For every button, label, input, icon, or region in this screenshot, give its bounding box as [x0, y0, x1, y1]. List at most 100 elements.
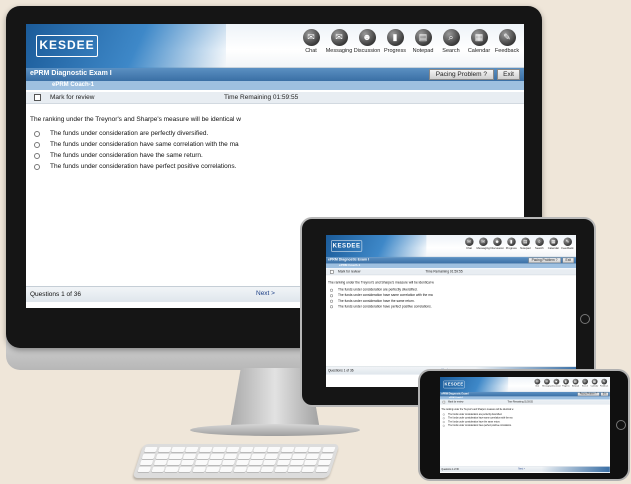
answer-option-label: The funds under consideration have perfe… — [50, 163, 237, 170]
toolbar-progress-button[interactable]: ▮ Progress — [382, 29, 408, 54]
time-remaining: Time Remaining 01:59:55 — [507, 400, 533, 404]
radio-button[interactable] — [330, 299, 334, 303]
messaging-icon: ✉ — [543, 378, 550, 385]
toolbar-progress-button[interactable]: ▮ Progress — [505, 237, 518, 250]
radio-button[interactable] — [442, 420, 445, 423]
keyboard-key — [235, 460, 250, 465]
toolbar: ✉ Chat ✉ Messaging ☻ Discussion ▮ Progress ▤ Note… — [296, 29, 520, 54]
phone-screen: KESDEE ✉ Chat ✉ Messaging ☻ Discussion ▮ Progre… — [440, 377, 610, 473]
toolbar-messaging-button[interactable]: ✉ Messaging — [326, 29, 352, 54]
pacing-problem-button[interactable]: Pacing Problem ? — [428, 69, 494, 80]
tablet-home-button — [580, 314, 590, 324]
radio-button[interactable] — [442, 424, 445, 427]
toolbar-label: Notepad — [412, 48, 434, 54]
answer-option[interactable]: The funds under consideration have same … — [330, 293, 433, 297]
toolbar-feedback-button[interactable]: ✎ Feedback — [494, 29, 520, 54]
toolbar-search-button[interactable]: ⌕ Search — [438, 29, 464, 54]
review-row: Mark for review Time Remaining 01:59:55 — [26, 92, 524, 104]
answer-option[interactable]: The funds under consideration are perfec… — [330, 288, 417, 292]
exit-button[interactable]: Exit — [562, 257, 574, 264]
answer-option[interactable]: The funds under consideration have the s… — [34, 152, 203, 159]
toolbar-chat-button[interactable]: ✉ Chat — [463, 237, 476, 250]
keyboard-key — [141, 453, 156, 459]
toolbar-feedback-button[interactable]: ✎ Feedback — [600, 378, 609, 387]
toolbar-messaging-button[interactable]: ✉ Messaging — [542, 378, 551, 387]
toolbar-label: Discussion — [551, 385, 561, 388]
discussion-icon: ☻ — [358, 29, 376, 46]
exit-button[interactable]: Exit — [497, 69, 520, 80]
answer-option[interactable]: The funds under consideration have the s… — [442, 420, 500, 423]
pacing-problem-button[interactable]: Pacing Problem ? — [528, 257, 561, 264]
toolbar-chat-button[interactable]: ✉ Chat — [298, 29, 324, 54]
radio-button[interactable] — [34, 152, 40, 159]
toolbar-label: Search — [581, 385, 588, 388]
toolbar-discussion-button[interactable]: ☻ Discussion — [551, 378, 561, 388]
section-label: ePRM Coach-1 — [448, 396, 464, 399]
mark-for-review-checkbox[interactable] — [34, 94, 41, 101]
keyboard-key — [223, 453, 238, 459]
radio-button[interactable] — [34, 141, 40, 148]
keyboard-key — [233, 466, 248, 472]
answer-option[interactable]: The funds under consideration are perfec… — [34, 130, 208, 137]
answer-option[interactable]: The funds under consideration have same … — [34, 141, 239, 148]
toolbar-label: Progress — [383, 48, 406, 54]
progress-icon: ▮ — [506, 237, 516, 247]
answer-option[interactable]: The funds under consideration have perfe… — [330, 305, 432, 309]
toolbar-messaging-button[interactable]: ✉ Messaging — [476, 237, 490, 250]
radio-button[interactable] — [330, 305, 334, 309]
radio-button[interactable] — [330, 293, 334, 297]
keyboard-key — [292, 453, 307, 459]
section-label: ePRM Coach-1 — [52, 82, 95, 88]
toolbar-calendar-button[interactable]: ▦ Calendar — [466, 29, 492, 54]
toolbar-notepad-button[interactable]: ▤ Notepad — [571, 378, 580, 388]
question-counter: Questions 1 of 36 — [328, 369, 354, 373]
radio-button[interactable] — [34, 163, 40, 170]
radio-button[interactable] — [442, 413, 445, 416]
keyboard-key — [288, 466, 302, 472]
mark-for-review-checkbox[interactable] — [442, 400, 446, 404]
mark-for-review-checkbox[interactable] — [330, 270, 334, 274]
toolbar-discussion-button[interactable]: ☻ Discussion — [490, 237, 504, 251]
logo-banner: KESDEE — [440, 377, 509, 393]
toolbar-notepad-button[interactable]: ▤ Notepad — [519, 237, 532, 250]
keyboard-key — [278, 453, 293, 459]
answer-option[interactable]: The funds under consideration have the s… — [330, 299, 415, 303]
keyboard-key — [225, 447, 240, 452]
keyboard-key — [184, 447, 199, 452]
progress-icon: ▮ — [386, 29, 404, 46]
toolbar-label: Notepad — [571, 385, 579, 388]
radio-button[interactable] — [442, 417, 445, 420]
kesdee-logo: KESDEE — [331, 240, 363, 252]
answer-option[interactable]: The funds under consideration have perfe… — [442, 424, 512, 427]
answer-option-label: The funds under consideration have perfe… — [448, 424, 512, 427]
keyboard-key — [198, 447, 213, 452]
toolbar-discussion-button[interactable]: ☻ Discussion — [354, 29, 380, 54]
footer-accent — [541, 466, 610, 473]
radio-button[interactable] — [330, 288, 334, 292]
keyboard-key — [153, 460, 168, 465]
notepad-icon: ▤ — [572, 378, 579, 385]
toolbar-search-button[interactable]: ⌕ Search — [580, 378, 589, 388]
toolbar-label: Discussion — [490, 247, 504, 251]
toolbar-chat-button[interactable]: ✉ Chat — [533, 378, 542, 387]
toolbar-label: Chat — [305, 48, 317, 54]
toolbar-calendar-button[interactable]: ▦ Calendar — [590, 378, 599, 387]
toolbar-progress-button[interactable]: ▮ Progress — [561, 378, 570, 387]
toolbar-calendar-button[interactable]: ▦ Calendar — [547, 237, 560, 250]
keyboard-key — [139, 460, 154, 465]
app-header: KESDEE ✉ Chat ✉ Messaging ☻ Discussion ▮ Progre… — [26, 24, 524, 68]
toolbar-feedback-button[interactable]: ✎ Feedback — [561, 237, 574, 250]
answer-option[interactable]: The funds under consideration have same … — [442, 417, 512, 420]
toolbar-notepad-button[interactable]: ▤ Notepad — [410, 29, 436, 54]
answer-option[interactable]: The funds under consideration are perfec… — [442, 413, 502, 416]
exam-title: ePRM Diagnostic Exam I — [441, 392, 470, 396]
next-button[interactable]: Next > — [518, 468, 524, 470]
toolbar: ✉ Chat ✉ Messaging ☻ Discussion ▮ Progress ▤ Note… — [462, 237, 574, 251]
radio-button[interactable] — [34, 130, 40, 137]
answer-option[interactable]: The funds under consideration have perfe… — [34, 163, 236, 170]
keyboard-key — [205, 466, 220, 472]
keyboard-key — [155, 453, 170, 459]
time-remaining: Time Remaining 01:59:55 — [224, 94, 299, 101]
toolbar-search-button[interactable]: ⌕ Search — [533, 237, 546, 250]
next-button[interactable]: Next > — [256, 290, 275, 297]
